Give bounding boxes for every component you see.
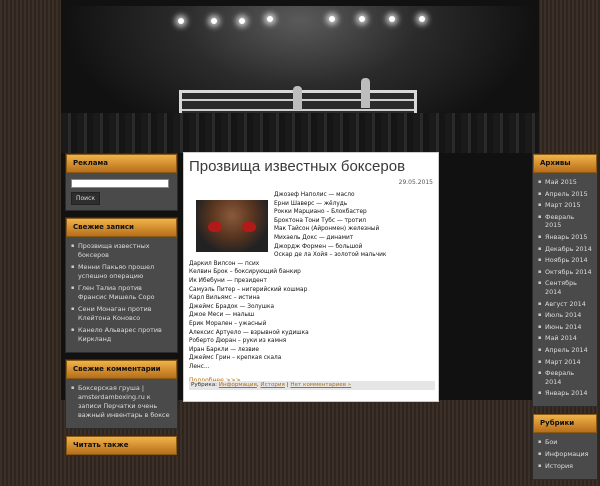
archive-link[interactable]: Август 2014 [538, 300, 592, 309]
stadium-light [178, 18, 184, 24]
archive-link[interactable]: Январь 2015 [538, 233, 592, 242]
recent-comment-link[interactable]: Боксерская груша | amsterdamboxing.ru к … [71, 384, 172, 420]
widget-title: Реклама [66, 154, 177, 173]
archive-link[interactable]: Апрель 2015 [538, 190, 592, 199]
widget-title: Архивы [533, 154, 597, 173]
post-line: Джозеф Наполис — масло [274, 192, 355, 198]
archive-link[interactable]: Май 2015 [538, 178, 592, 187]
recent-post-link[interactable]: Сени Монаган против Клейтона Коновсо [71, 305, 172, 323]
stadium-light [389, 16, 395, 22]
post-line: Карл Вильямс – истина [189, 295, 260, 302]
archive-link[interactable]: Апрель 2014 [538, 346, 592, 355]
recent-post-link[interactable]: Менни Пакьяо прошел успешно операцию [71, 263, 172, 281]
archive-link[interactable]: Октябрь 2014 [538, 268, 592, 277]
right-sidebar: Архивы Май 2015 Апрель 2015 Март 2015 Фе… [532, 153, 598, 486]
header-banner [61, 6, 539, 153]
ring-figure [361, 78, 370, 108]
stadium-light [419, 16, 425, 22]
comments-link[interactable]: Нет комментариев » [290, 382, 351, 388]
archive-widget: Архивы Май 2015 Апрель 2015 Март 2015 Фе… [532, 153, 598, 407]
stadium-light [211, 18, 217, 24]
read-also-widget: Читать также [65, 434, 178, 456]
recent-posts-widget: Свежие записи Прозвища известных боксеро… [65, 216, 178, 353]
rubric-link[interactable]: Бои [538, 438, 592, 447]
ring-figure [293, 86, 302, 110]
post-line: Самуэль Питер – нигерийский кошмар [189, 286, 308, 293]
archive-link[interactable]: Июнь 2014 [538, 323, 592, 332]
archive-link[interactable]: Ноябрь 2014 [538, 256, 592, 265]
post-line: Джеймс Брадок — Золушка [189, 303, 274, 310]
post-line: Роберто Дюран – руки из камня [189, 338, 287, 345]
recent-post-link[interactable]: Глен Талиа против Франсис Мишель Соро [71, 284, 172, 302]
category-link[interactable]: Информация [219, 382, 257, 388]
recent-post-link[interactable]: Канело Альварес против Киркланд [71, 326, 172, 344]
rubrics-widget: Рубрики Бои Информация История [532, 412, 598, 480]
post-line: Джеймс Грин – крепкая скала [189, 355, 282, 362]
post-line: Оскар де ла Хойя – золотой мальчик [274, 252, 387, 259]
crowd [61, 113, 539, 153]
archive-link[interactable]: Декабрь 2014 [538, 245, 592, 254]
post-line: Алексис Артуело — взрывной кудишка [189, 329, 309, 336]
post-article: Прозвища известных боксеров 29.05.2015 Д… [183, 152, 439, 402]
category-prefix: Рубрика: [191, 382, 218, 388]
post-line: Ленс… [189, 363, 210, 370]
widget-title: Свежие комментарии [66, 359, 177, 379]
archive-link[interactable]: Май 2014 [538, 334, 592, 343]
left-sidebar: Реклама Поиск Свежие записи Прозвища изв… [65, 153, 178, 462]
recent-post-link[interactable]: Прозвища известных боксеров [71, 242, 172, 260]
archive-link[interactable]: Сентябрь 2014 [538, 279, 592, 296]
boxer-photo [196, 200, 268, 252]
search-button[interactable]: Поиск [71, 191, 101, 205]
archive-link[interactable]: Февраль 2015 [538, 213, 592, 230]
recent-comments-widget: Свежие комментарии Боксерская груша | am… [65, 358, 178, 429]
archive-link[interactable]: Март 2015 [538, 201, 592, 210]
stadium-light [359, 16, 365, 22]
search-form: Поиск [66, 173, 177, 210]
archive-link[interactable]: Февраль 2014 [538, 369, 592, 386]
post-line: Иран Баркли — лезвие [189, 346, 259, 353]
stadium-light [329, 16, 335, 22]
post-line: Ик Ибебуни — президент [189, 277, 267, 284]
post-title[interactable]: Прозвища известных боксеров [189, 158, 438, 175]
post-body: Джозеф Наполис — масло Ерни Шаверс — жёл… [189, 191, 433, 386]
rubric-link[interactable]: Информация [538, 450, 592, 459]
archive-link[interactable]: Март 2014 [538, 358, 592, 367]
post-meta-bar: Рубрика: Информация, История | Нет комме… [189, 381, 435, 390]
archive-link[interactable]: Январь 2014 [538, 389, 592, 398]
widget-title: Рубрики [533, 413, 597, 433]
search-input[interactable] [71, 178, 169, 188]
post-line: Джое Меси — малыш [189, 312, 255, 319]
post-line: Келвин Брок – боксирующий банкир [189, 269, 301, 276]
archive-link[interactable]: Июль 2014 [538, 311, 592, 320]
rubric-link[interactable]: История [538, 462, 592, 471]
category-link[interactable]: История [260, 382, 285, 388]
post-date: 29.05.2015 [398, 179, 433, 186]
widget-title: Свежие записи [66, 217, 177, 237]
post-line: Ерик Морален – ужасный [189, 320, 267, 327]
post-line: Даркил Вилсон — псих [189, 260, 260, 267]
ads-widget: Реклама Поиск [65, 153, 178, 211]
widget-title: Читать также [66, 435, 177, 455]
stadium-light [239, 18, 245, 24]
stadium-light [267, 16, 273, 22]
